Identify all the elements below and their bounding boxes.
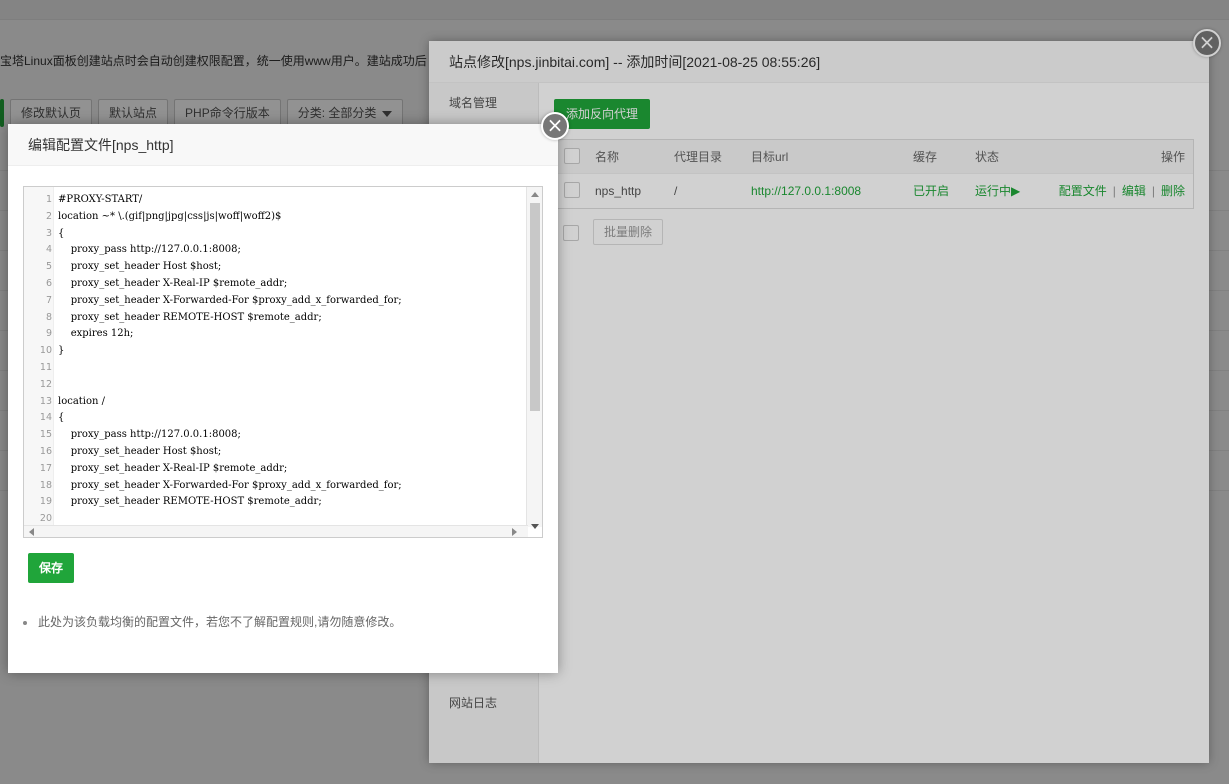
scroll-thumb[interactable]: [530, 203, 540, 411]
scroll-down-icon[interactable]: [531, 524, 539, 529]
line-text: proxy_set_header X-Real-IP $remote_addr;: [58, 462, 288, 474]
line-text: }: [58, 345, 65, 357]
line-number: 1: [45, 194, 52, 205]
code-line: 9 expires 12h;: [24, 326, 524, 343]
code-line: 7 proxy_set_header X-Forwarded-For $prox…: [24, 293, 524, 310]
line-text: proxy_pass http://127.0.0.1:8008;: [58, 429, 241, 441]
line-number: 11: [39, 361, 52, 373]
line-number: 7: [45, 294, 52, 306]
line-number: 15: [39, 429, 52, 441]
line-number: 8: [45, 311, 52, 323]
line-number: 9: [45, 328, 52, 340]
line-text: proxy_pass http://127.0.0.1:8008;: [58, 244, 241, 256]
code-editor[interactable]: 1 #PROXY-START/2 location ~* \.(gif|png|jp…: [23, 186, 543, 538]
code-line: 1 #PROXY-START/: [24, 192, 524, 209]
line-number: 14: [39, 412, 52, 424]
line-number: 3: [45, 227, 52, 239]
line-number: 17: [39, 462, 52, 474]
line-number: 12: [39, 378, 52, 390]
line-text: location ~* \.(gif|png|jpg|css|js|woff|w…: [58, 210, 282, 222]
line-text: expires 12h;: [58, 328, 134, 340]
line-text: proxy_set_header REMOTE-HOST $remote_add…: [58, 496, 322, 508]
scroll-left-icon[interactable]: [29, 528, 34, 536]
save-button[interactable]: 保存: [28, 553, 75, 583]
line-number: 2: [45, 210, 52, 222]
line-text: {: [58, 412, 65, 424]
code-line: 4 proxy_pass http://127.0.0.1:8008;: [24, 242, 524, 259]
code-line: 2 location ~* \.(gif|png|jpg|css|js|woff|…: [24, 209, 524, 226]
scroll-right-icon[interactable]: [512, 528, 517, 536]
code-line: 5 proxy_set_header Host $host;: [24, 259, 524, 276]
line-number: 10: [39, 345, 52, 357]
line-number: 6: [45, 277, 52, 289]
line-text: {: [58, 227, 65, 239]
line-text: proxy_set_header Host $host;: [58, 261, 222, 273]
code-line: 6 proxy_set_header X-Real-IP $remote_add…: [24, 276, 524, 293]
code-line: 3{: [24, 226, 524, 243]
code-line: 18 proxy_set_header X-Forwarded-For $pro…: [24, 478, 524, 495]
line-text: proxy_set_header X-Real-IP $remote_addr;: [58, 277, 288, 289]
code-line: 10}: [24, 343, 524, 360]
code-line: 16 proxy_set_header Host $host;: [24, 444, 524, 461]
edit-config-title: 编辑配置文件[nps_http]: [8, 124, 558, 166]
line-number: 16: [39, 445, 52, 457]
line-text: location /: [58, 395, 106, 407]
code-line: 11: [24, 360, 524, 377]
code-line: 14 {: [24, 410, 524, 427]
scroll-up-icon[interactable]: [531, 192, 539, 197]
config-tip-text: 此处为该负载均衡的配置文件，若您不了解配置规则,请勿随意修改。: [38, 615, 402, 629]
code-content[interactable]: 1 #PROXY-START/2 location ~* \.(gif|png|jp…: [24, 192, 524, 528]
line-number: 18: [39, 479, 52, 491]
line-number: 13: [39, 395, 52, 407]
config-tip: 此处为该负载均衡的配置文件，若您不了解配置规则,请勿随意修改。: [23, 613, 401, 630]
line-text: proxy_set_header X-Forwarded-For $proxy_…: [58, 479, 402, 491]
horizontal-scrollbar[interactable]: [24, 525, 528, 537]
line-number: 19: [39, 496, 52, 508]
code-line: 8 proxy_set_header REMOTE-HOST $remote_a…: [24, 310, 524, 327]
edit-config-dialog: 编辑配置文件[nps_http] 1 #PROXY-START/2 location…: [8, 124, 558, 673]
line-text: proxy_set_header REMOTE-HOST $remote_add…: [58, 311, 322, 323]
line-text: proxy_set_header X-Forwarded-For $proxy_…: [58, 294, 402, 306]
line-text: #PROXY-START/: [58, 194, 143, 205]
code-line: 17 proxy_set_header X-Real-IP $remote_ad…: [24, 461, 524, 478]
close-icon[interactable]: ×: [541, 112, 569, 140]
code-line: 15 proxy_pass http://127.0.0.1:8008;: [24, 427, 524, 444]
vertical-scrollbar[interactable]: [526, 187, 542, 529]
line-number: 4: [45, 244, 52, 256]
code-line: 13 location /: [24, 394, 524, 411]
code-line: 19 proxy_set_header REMOTE-HOST $remote_…: [24, 494, 524, 511]
line-text: proxy_set_header Host $host;: [58, 445, 222, 457]
line-number: 5: [45, 261, 52, 273]
bullet-icon: [23, 620, 27, 625]
code-line: 12: [24, 377, 524, 394]
